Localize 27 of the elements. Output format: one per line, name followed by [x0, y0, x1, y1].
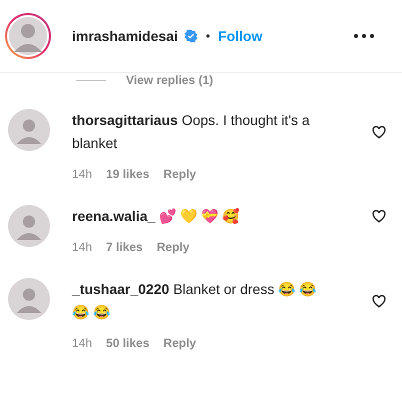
comment-username[interactable]: _tushaar_0220 — [72, 281, 170, 297]
comment-time: 14h — [72, 335, 92, 352]
likes-count[interactable]: 7 likes — [106, 238, 143, 256]
heart-icon[interactable] — [372, 210, 386, 223]
comment-username[interactable]: thorsagittariaus — [72, 112, 178, 128]
comment-text: reena.walia_ 💕 💛 💝 🥰 — [72, 207, 240, 226]
heart-icon[interactable] — [372, 294, 386, 308]
comment-time: 14h — [72, 166, 92, 183]
avatar — [4, 12, 52, 60]
view-replies-link[interactable]: View replies (1) — [126, 74, 214, 86]
comment-text: thorsagittariaus Oops. I thought it's a blanket — [72, 111, 311, 153]
comment-text: _tushaar_0220 Blanket or dress 😂 😂 😂 😂 — [72, 280, 318, 322]
follow-button[interactable]: Follow — [218, 26, 262, 46]
comment-username[interactable]: reena.walia_ — [72, 208, 156, 224]
more-options-icon[interactable] — [354, 34, 374, 38]
likes-count[interactable]: 19 likes — [106, 165, 150, 183]
comment-time: 14h — [72, 239, 92, 256]
avatar — [8, 278, 50, 320]
likes-count[interactable]: 50 likes — [106, 334, 150, 352]
reply-button[interactable]: Reply — [163, 334, 196, 352]
username[interactable]: imrashamidesai — [72, 26, 178, 46]
avatar — [8, 205, 50, 247]
reply-button[interactable]: Reply — [156, 238, 190, 256]
separator-dot: • — [206, 28, 210, 45]
heart-icon[interactable] — [372, 126, 386, 138]
avatar — [8, 109, 50, 151]
reply-button[interactable]: Reply — [163, 165, 196, 183]
